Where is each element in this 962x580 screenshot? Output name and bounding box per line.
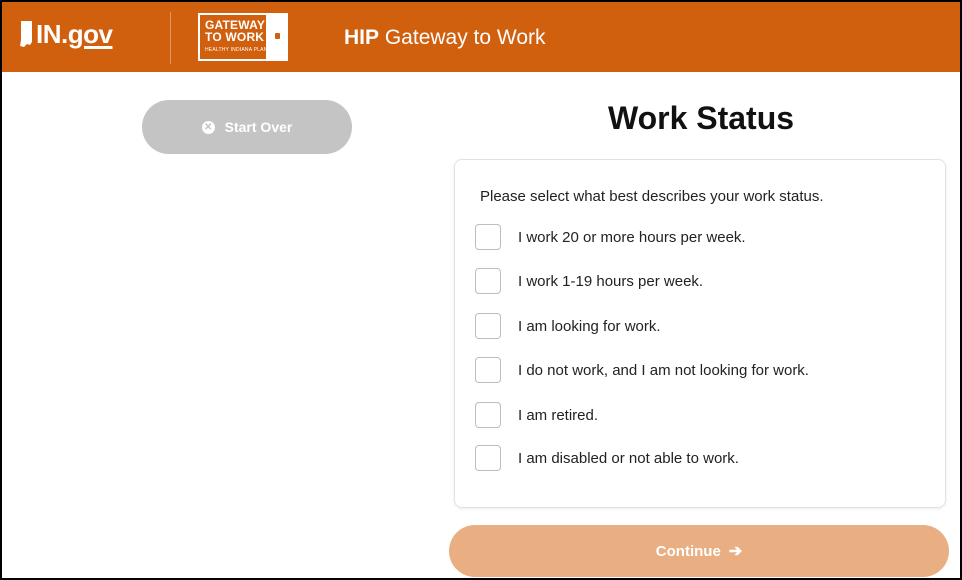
checkbox[interactable] (475, 357, 501, 383)
option-not-working-not-looking[interactable]: I do not work, and I am not looking for … (475, 355, 809, 385)
arrow-right-icon: ➔ (728, 543, 743, 560)
checkbox[interactable] (475, 402, 501, 428)
door-icon (266, 13, 288, 61)
question-prompt: Please select what best describes your w… (480, 188, 824, 205)
continue-button[interactable]: Continue ➔ (449, 525, 949, 577)
option-disabled[interactable]: I am disabled or not able to work. (475, 443, 739, 473)
checkbox[interactable] (475, 268, 501, 294)
x-circle-icon: ✕ (201, 120, 215, 134)
option-label: I do not work, and I am not looking for … (518, 361, 809, 379)
site-logo-text: IN.gov (36, 18, 113, 49)
option-label: I work 20 or more hours per week. (518, 228, 746, 246)
option-work-20-plus[interactable]: I work 20 or more hours per week. (475, 222, 746, 252)
option-label: I am disabled or not able to work. (518, 449, 739, 467)
indiana-state-icon (20, 21, 32, 47)
app-title: HIP Gateway to Work (344, 26, 546, 49)
work-status-card: Please select what best describes your w… (454, 159, 946, 508)
checkbox[interactable] (475, 445, 501, 471)
checkbox[interactable] (475, 313, 501, 339)
checkbox[interactable] (475, 224, 501, 250)
top-banner: IN.gov GATEWAY TO WORK HEALTHY INDIANA P… (2, 2, 960, 72)
header-divider (170, 12, 171, 64)
start-over-label: Start Over (224, 119, 293, 135)
option-looking-for-work[interactable]: I am looking for work. (475, 311, 661, 341)
in-gov-logo[interactable]: IN.gov (18, 16, 113, 52)
option-work-1-19[interactable]: I work 1-19 hours per week. (475, 266, 703, 296)
option-label: I work 1-19 hours per week. (518, 272, 704, 290)
option-retired[interactable]: I am retired. (475, 400, 598, 430)
gateway-to-work-logo: GATEWAY TO WORK HEALTHY INDIANA PLAN (198, 13, 288, 61)
option-label: I am retired. (518, 406, 599, 424)
option-label: I am looking for work. (518, 317, 661, 335)
continue-label: Continue (655, 542, 721, 560)
app-window: IN.gov GATEWAY TO WORK HEALTHY INDIANA P… (0, 0, 962, 580)
page-title: Work Status (607, 100, 795, 136)
start-over-button[interactable]: ✕ Start Over (142, 100, 352, 154)
